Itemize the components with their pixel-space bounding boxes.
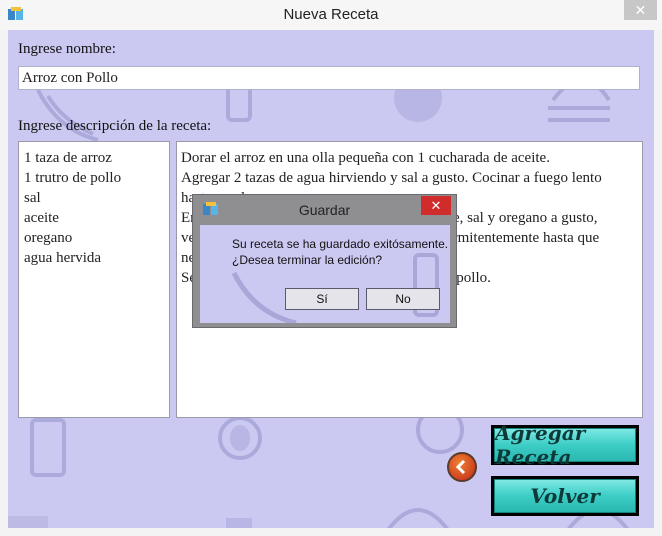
save-dialog: Guardar ✕ Su receta se ha guardado exitó… (192, 194, 457, 328)
yes-button[interactable]: Sí (285, 288, 359, 310)
dialog-message-line: Su receta se ha guardado exitósamente. (232, 237, 449, 251)
description-line: Dorar el arroz en una olla pequeña con 1… (181, 150, 550, 166)
chevron-left-icon (455, 459, 466, 475)
dialog-message-line: ¿Desea terminar la edición? (232, 253, 383, 267)
ingredient-line: agua hervida (24, 250, 102, 266)
ingredient-line: aceite (24, 210, 59, 226)
back-arrow-icon[interactable] (447, 452, 477, 482)
dialog-message: Su receta se ha guardado exitósamente. ¿… (232, 236, 448, 268)
dialog-title: Guardar (298, 202, 351, 218)
back-label: Volver (494, 479, 636, 513)
recipe-name-input[interactable]: Arroz con Pollo (18, 66, 640, 90)
no-button[interactable]: No (366, 288, 440, 310)
dialog-client-area: Su receta se ha guardado exitósamente. ¿… (200, 225, 450, 323)
name-label: Ingrese nombre: (18, 41, 116, 57)
add-recipe-label: Agregar Receta (494, 421, 636, 469)
window-close-button[interactable]: ✕ (624, 0, 657, 20)
add-recipe-button[interactable]: Agregar Receta (491, 421, 639, 469)
title-bar: Nueva Receta ✕ (0, 0, 662, 30)
ingredients-textarea[interactable]: 1 taza de arroz 1 trutro de pollo sal ac… (18, 141, 170, 418)
back-button[interactable]: Volver (491, 476, 639, 516)
ingredient-line: sal (24, 190, 41, 206)
description-label: Ingrese descripción de la receta: (18, 118, 212, 134)
description-line: Agregar 2 tazas de agua hirviendo y sal … (181, 170, 602, 186)
ingredient-line: oregano (24, 230, 73, 246)
ingredient-line: 1 taza de arroz (24, 150, 112, 166)
ingredient-line: 1 trutro de pollo (24, 170, 122, 186)
dialog-close-button[interactable]: ✕ (421, 196, 451, 215)
window-title: Nueva Receta (283, 6, 379, 23)
